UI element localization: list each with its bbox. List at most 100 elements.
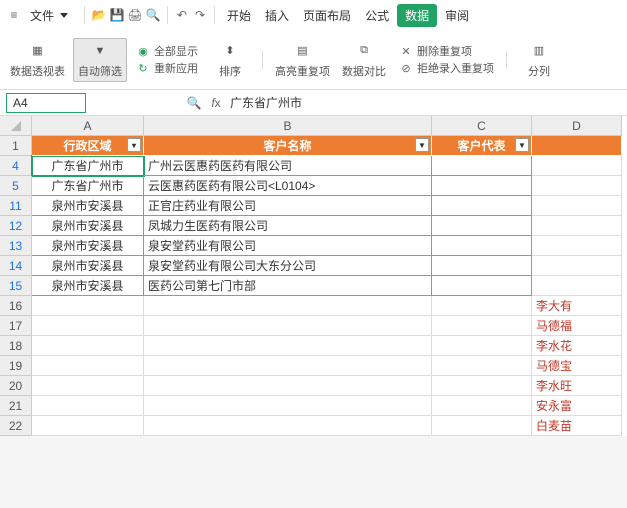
reapply-button[interactable]: ↻重新应用 (135, 60, 198, 76)
lookup-icon[interactable]: 🔍 (186, 95, 202, 111)
select-all-corner[interactable] (0, 116, 32, 136)
cell-customer[interactable]: 泉安堂药业有限公司 (144, 236, 432, 256)
rejectdup-button[interactable]: ⊘拒绝录入重复项 (398, 60, 494, 76)
filter-button[interactable]: ▾ (127, 138, 141, 152)
highlight-dup-button[interactable]: ▤ 高亮重复项 (271, 39, 334, 81)
cell-region[interactable]: 广东省广州市 (32, 156, 144, 176)
cell-d[interactable]: 安永富 (532, 396, 622, 416)
table-header-c[interactable]: 客户代表▼ (432, 136, 532, 156)
tab-review[interactable]: 审阅 (439, 3, 475, 28)
cell-customer[interactable]: 云医惠药医药有限公司<L0104> (144, 176, 432, 196)
cell-rep[interactable] (432, 216, 532, 236)
tab-insert[interactable]: 插入 (259, 3, 295, 28)
cell-region[interactable]: 泉州市安溪县 (32, 216, 144, 236)
cell-rep[interactable] (432, 356, 532, 376)
cell-customer[interactable] (144, 316, 432, 336)
showall-button[interactable]: ◉全部显示 (135, 43, 198, 59)
cell-d[interactable] (532, 236, 622, 256)
filter-button[interactable]: ▼ (415, 138, 429, 152)
cell-rep[interactable] (432, 296, 532, 316)
tab-data[interactable]: 数据 (397, 4, 437, 27)
row-header[interactable]: 1 (0, 136, 32, 156)
compare-button[interactable]: ⧉ 数据对比 (338, 39, 390, 81)
row-header[interactable]: 22 (0, 416, 32, 436)
cell-rep[interactable] (432, 256, 532, 276)
cell-rep[interactable] (432, 416, 532, 436)
undo-icon[interactable]: ↶ (174, 7, 190, 23)
cell-customer[interactable] (144, 396, 432, 416)
preview-icon[interactable]: 🔍 (145, 7, 161, 23)
cell-region[interactable] (32, 296, 144, 316)
cell-region[interactable]: 泉州市安溪县 (32, 276, 144, 296)
row-header[interactable]: 12 (0, 216, 32, 236)
row-header[interactable]: 17 (0, 316, 32, 336)
redo-icon[interactable]: ↷ (192, 7, 208, 23)
col-header-c[interactable]: C (432, 116, 532, 136)
cell[interactable] (532, 136, 622, 156)
tab-start[interactable]: 开始 (221, 3, 257, 28)
cell-region[interactable]: 广东省广州市 (32, 176, 144, 196)
menu-icon[interactable]: ≡ (6, 7, 22, 23)
cell-customer[interactable] (144, 336, 432, 356)
cell-customer[interactable]: 广州云医惠药医药有限公司 (144, 156, 432, 176)
autofilter-button[interactable]: ▼ 自动筛选 (73, 38, 127, 82)
cell-d[interactable] (532, 276, 622, 296)
cell-region[interactable] (32, 336, 144, 356)
cell-customer[interactable]: 凤城力生医药有限公司 (144, 216, 432, 236)
cell-d[interactable]: 李大有 (532, 296, 622, 316)
cell-rep[interactable] (432, 336, 532, 356)
cell-d[interactable]: 白麦苗 (532, 416, 622, 436)
cell-d[interactable] (532, 216, 622, 236)
cell-region[interactable]: 泉州市安溪县 (32, 236, 144, 256)
cell-region[interactable]: 泉州市安溪县 (32, 256, 144, 276)
cell-region[interactable] (32, 356, 144, 376)
filter-button[interactable]: ▼ (515, 138, 529, 152)
row-header[interactable]: 19 (0, 356, 32, 376)
cell-rep[interactable] (432, 316, 532, 336)
save-icon[interactable]: 💾 (109, 7, 125, 23)
formula-text[interactable]: 广东省广州市 (230, 94, 302, 111)
row-header[interactable]: 18 (0, 336, 32, 356)
col-header-a[interactable]: A (32, 116, 144, 136)
cell-region[interactable] (32, 316, 144, 336)
name-box[interactable]: A4 (6, 93, 86, 113)
tab-formula[interactable]: 公式 (359, 3, 395, 28)
sort-button[interactable]: ⬍ 排序 (206, 39, 254, 81)
table-header-b[interactable]: 客户名称▼ (144, 136, 432, 156)
cell-d[interactable] (532, 176, 622, 196)
cell-customer[interactable] (144, 356, 432, 376)
row-header[interactable]: 20 (0, 376, 32, 396)
deldup-button[interactable]: ✕删除重复项 (398, 43, 494, 59)
col-header-b[interactable]: B (144, 116, 432, 136)
cell-region[interactable] (32, 416, 144, 436)
pivot-button[interactable]: ▦ 数据透视表 (6, 39, 69, 81)
table-header-a[interactable]: 行政区域▾ (32, 136, 144, 156)
cell-rep[interactable] (432, 376, 532, 396)
cell-d[interactable]: 马德宝 (532, 356, 622, 376)
cell-rep[interactable] (432, 236, 532, 256)
cell-d[interactable] (532, 156, 622, 176)
row-header[interactable]: 4 (0, 156, 32, 176)
cell-d[interactable]: 马德福 (532, 316, 622, 336)
file-menu[interactable]: 文件 (24, 3, 78, 28)
cell-d[interactable]: 李水旺 (532, 376, 622, 396)
cell-d[interactable] (532, 196, 622, 216)
spreadsheet-grid[interactable]: A B C D 1行政区域▾客户名称▼客户代表▼4广东省广州市广州云医惠药医药有… (0, 116, 627, 436)
cell-region[interactable] (32, 396, 144, 416)
row-header[interactable]: 15 (0, 276, 32, 296)
cell-customer[interactable]: 医药公司第七门市部 (144, 276, 432, 296)
cell-region[interactable] (32, 376, 144, 396)
cell-customer[interactable] (144, 376, 432, 396)
cell-customer[interactable] (144, 416, 432, 436)
cell-d[interactable] (532, 256, 622, 276)
cell-d[interactable]: 李水花 (532, 336, 622, 356)
cell-rep[interactable] (432, 396, 532, 416)
cell-customer[interactable] (144, 296, 432, 316)
cell-rep[interactable] (432, 196, 532, 216)
split-button[interactable]: ▥ 分列 (515, 39, 563, 81)
row-header[interactable]: 13 (0, 236, 32, 256)
cell-rep[interactable] (432, 156, 532, 176)
cell-customer[interactable]: 正官庄药业有限公司 (144, 196, 432, 216)
row-header[interactable]: 16 (0, 296, 32, 316)
open-icon[interactable]: 📂 (91, 7, 107, 23)
